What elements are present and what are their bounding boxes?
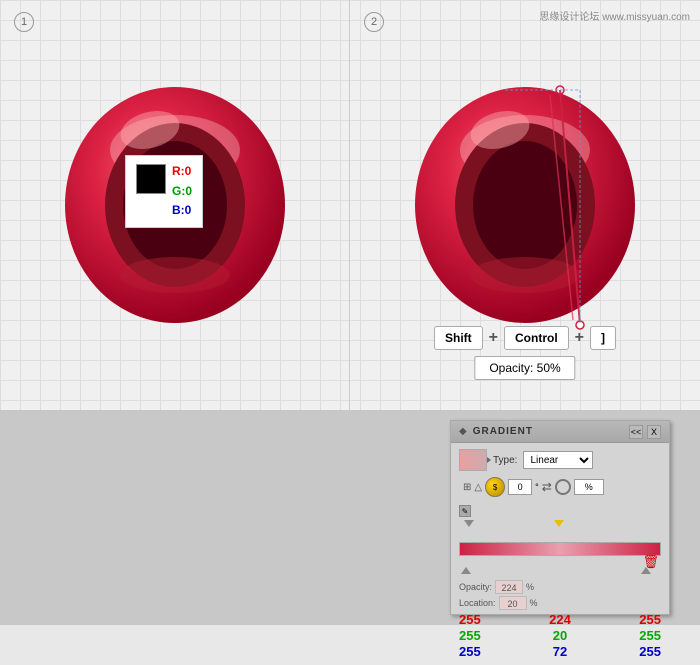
shift-key: Shift xyxy=(434,326,483,350)
gradient-panel-header: ◆ GRADIENT << X xyxy=(451,421,669,443)
color-swatch xyxy=(136,164,166,194)
location-label: Location: xyxy=(459,598,496,608)
panel-controls: << X xyxy=(629,425,661,439)
gradient-track[interactable] xyxy=(459,542,661,556)
location-value[interactable]: 20 xyxy=(499,596,527,610)
opacity-label-small: Opacity: xyxy=(459,582,492,592)
panel-title-row: ◆ GRADIENT xyxy=(459,426,533,437)
angle-row: ⊞ △ $ ° ⇄ % xyxy=(459,477,661,497)
gradient-panel-title: GRADIENT xyxy=(473,426,533,437)
gradient-preview-swatch[interactable] xyxy=(459,449,487,471)
canvas-right: 2 xyxy=(350,0,700,410)
color-info-box: R:0 G:0 B:0 xyxy=(125,155,203,228)
control-key: Control xyxy=(504,326,569,350)
rgb-col-right: 255 255 255 xyxy=(639,612,661,659)
degree-label: ° xyxy=(535,482,539,492)
step-number-2: 2 xyxy=(364,12,384,32)
left-g-val: 255 xyxy=(459,628,481,643)
g-value: G:0 xyxy=(172,182,192,202)
angle-input[interactable] xyxy=(508,479,532,495)
opera-logo-right xyxy=(405,75,645,335)
gradient-body: Type: Linear Radial ⊞ △ $ ° ⇄ % xyxy=(451,443,669,665)
opacity-location-area: Opacity: 224 % Location: 20 % xyxy=(459,580,661,610)
bracket-key: ] xyxy=(590,326,616,350)
rgb-col-mid: 224 20 72 xyxy=(549,612,571,659)
step-number-1: 1 xyxy=(14,12,34,32)
stop-bottom-row: 🗑 xyxy=(459,558,661,574)
gradient-track-container xyxy=(459,520,661,540)
rgb-values-row: 255 255 255 224 20 72 255 255 255 xyxy=(459,612,661,659)
location-row: Location: 20 % xyxy=(459,596,661,610)
reverse-icon: ⇄ xyxy=(542,480,552,494)
opacity-unit: % xyxy=(526,582,534,592)
rgb-values: R:0 G:0 B:0 xyxy=(172,162,192,221)
gradient-slider-area: ✎ 🗑 xyxy=(459,505,661,574)
gradient-diamond-icon: ◆ xyxy=(459,426,467,437)
right-b-val: 255 xyxy=(639,644,661,659)
stack-icon: ⊞ xyxy=(463,482,471,493)
plus-1: + xyxy=(489,329,498,347)
type-row: Type: Linear Radial xyxy=(459,449,661,471)
opacity-row: Opacity: 224 % xyxy=(459,580,661,594)
gradient-edit-icon: ✎ xyxy=(459,505,471,517)
stop-arrow-mid[interactable] xyxy=(554,520,564,527)
right-g-val: 255 xyxy=(639,628,661,643)
percent-box: % xyxy=(574,479,604,495)
opacity-badge: Opacity: 50% xyxy=(474,356,575,380)
angle-triangle-icon: △ xyxy=(474,482,482,493)
mid-b-val: 72 xyxy=(553,644,567,659)
shortcut-row: Shift + Control + ] xyxy=(434,326,616,350)
panel-collapse-button[interactable]: << xyxy=(629,425,643,439)
gradient-panel: ◆ GRADIENT << X Type: Linear Radial xyxy=(450,420,670,615)
r-value: R:0 xyxy=(172,162,192,182)
rgb-col-left: 255 255 255 xyxy=(459,612,481,659)
panel-close-button[interactable]: X xyxy=(647,425,661,439)
type-label: Type: xyxy=(493,455,517,466)
stop-arrow-left[interactable] xyxy=(464,520,474,527)
opacity-value[interactable]: 224 xyxy=(495,580,523,594)
location-unit: % xyxy=(530,598,538,608)
b-value: B:0 xyxy=(172,201,192,221)
delete-stop-icon[interactable]: 🗑 xyxy=(642,554,659,570)
plus-2: + xyxy=(575,329,584,347)
bottom-panel: ◆ GRADIENT << X Type: Linear Radial xyxy=(0,410,700,625)
circle-icon xyxy=(555,479,571,495)
watermark: 思缘设计论坛 www.missyuan.com xyxy=(539,8,690,23)
left-b-val: 255 xyxy=(459,644,481,659)
coin-icon: $ xyxy=(485,477,505,497)
stop-bottom-left[interactable] xyxy=(461,567,471,574)
canvas-left: 1 xyxy=(0,0,350,410)
canvas-area: 思缘设计论坛 www.missyuan.com 1 xyxy=(0,0,700,410)
type-select[interactable]: Linear Radial xyxy=(523,451,593,469)
mid-g-val: 20 xyxy=(553,628,567,643)
